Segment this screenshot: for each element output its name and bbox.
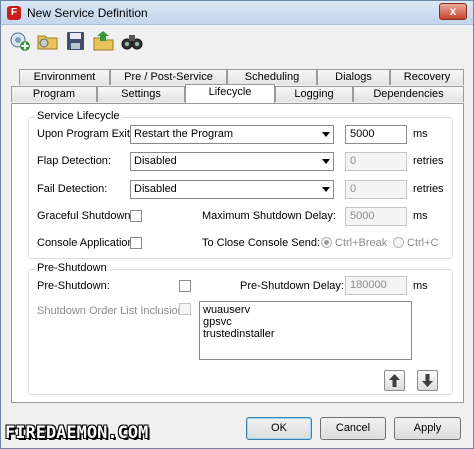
ctrl-break-label: Ctrl+Break <box>335 237 388 249</box>
save-icon[interactable] <box>63 29 89 53</box>
dialog-window: F New Service Definition x Environment P… <box>0 0 474 449</box>
apply-button[interactable]: Apply <box>394 417 461 440</box>
pre-shutdown-checkbox[interactable] <box>179 280 191 292</box>
flap-retries-input: 0 <box>345 152 407 171</box>
ctrl-break-radio <box>321 237 332 248</box>
upon-exit-value: Restart the Program <box>134 128 234 140</box>
add-service-icon[interactable] <box>7 29 33 53</box>
ctrl-c-radio <box>393 237 404 248</box>
graceful-shutdown-checkbox[interactable] <box>130 210 142 222</box>
ok-button[interactable]: OK <box>246 417 312 440</box>
lifecycle-panel: Service Lifecycle Upon Program Exit: Res… <box>11 103 464 403</box>
tab-recovery[interactable]: Recovery <box>390 69 464 85</box>
upon-exit-select[interactable]: Restart the Program <box>130 125 334 144</box>
flap-retries-unit: retries <box>413 155 444 167</box>
close-button[interactable]: x <box>439 3 467 20</box>
tab-environment[interactable]: Environment <box>19 69 110 85</box>
flap-detection-select[interactable]: Disabled <box>130 152 334 171</box>
max-shutdown-delay-input: 5000 <box>345 207 407 226</box>
import-icon[interactable] <box>91 29 117 53</box>
tab-lifecycle[interactable]: Lifecycle <box>185 84 275 103</box>
max-shutdown-delay-unit: ms <box>413 210 428 222</box>
max-shutdown-delay-label: Maximum Shutdown Delay: <box>202 210 336 222</box>
move-down-button[interactable] <box>417 370 438 391</box>
pre-shutdown-delay-label: Pre-Shutdown Delay: <box>240 280 344 292</box>
firedaemon-logo: FIREDAEMON.COM <box>5 423 149 443</box>
chevron-down-icon <box>322 132 330 137</box>
shutdown-order-list[interactable]: wuauserv gpsvc trustedinstaller <box>199 301 412 360</box>
shutdown-order-checkbox <box>179 303 191 315</box>
tab-settings[interactable]: Settings <box>97 86 185 102</box>
tab-program[interactable]: Program <box>11 86 97 102</box>
shutdown-order-label: Shutdown Order List Inclusion: <box>37 305 187 317</box>
chevron-down-icon <box>322 159 330 164</box>
arrow-down-icon <box>422 374 433 387</box>
tab-logging[interactable]: Logging <box>275 86 353 102</box>
list-item[interactable]: gpsvc <box>203 316 408 328</box>
fail-detection-label: Fail Detection: <box>37 183 108 195</box>
flap-detection-value: Disabled <box>134 155 177 167</box>
pre-shutdown-delay-unit: ms <box>413 280 428 292</box>
console-application-checkbox[interactable] <box>130 237 142 249</box>
pre-shutdown-title: Pre-Shutdown <box>35 262 109 274</box>
upon-exit-ms-input[interactable]: 5000 <box>345 125 407 144</box>
console-application-label: Console Application: <box>37 237 137 249</box>
pre-shutdown-delay-input: 180000 <box>345 276 407 295</box>
upon-exit-unit: ms <box>413 128 428 140</box>
toolbar <box>1 26 473 57</box>
binoculars-icon[interactable] <box>119 29 145 53</box>
upon-exit-label: Upon Program Exit: <box>37 128 133 140</box>
service-lifecycle-title: Service Lifecycle <box>35 110 122 122</box>
ctrl-c-label: Ctrl+C <box>407 237 439 249</box>
fail-detection-value: Disabled <box>134 183 177 195</box>
fail-retries-unit: retries <box>413 183 444 195</box>
tab-strip: Environment Pre / Post-Service Schedulin… <box>11 69 464 103</box>
tab-dependencies[interactable]: Dependencies <box>353 86 464 102</box>
title-bar: F New Service Definition x <box>1 1 473 25</box>
list-item[interactable]: trustedinstaller <box>203 328 408 340</box>
flap-detection-label: Flap Detection: <box>37 155 111 167</box>
window-title: New Service Definition <box>27 6 148 20</box>
close-console-send-label: To Close Console Send: <box>202 237 321 249</box>
move-up-button[interactable] <box>384 370 405 391</box>
cancel-button[interactable]: Cancel <box>320 417 386 440</box>
chevron-down-icon <box>322 187 330 192</box>
arrow-up-icon <box>389 374 400 387</box>
graceful-shutdown-label: Graceful Shutdown: <box>37 210 134 222</box>
tab-scheduling[interactable]: Scheduling <box>227 69 317 85</box>
fail-detection-select[interactable]: Disabled <box>130 180 334 199</box>
tab-dialogs[interactable]: Dialogs <box>317 69 390 85</box>
open-folder-icon[interactable] <box>35 29 61 53</box>
tab-pre-post-service[interactable]: Pre / Post-Service <box>110 69 227 85</box>
pre-shutdown-label: Pre-Shutdown: <box>37 280 110 292</box>
list-item[interactable]: wuauserv <box>203 304 408 316</box>
fail-retries-input: 0 <box>345 180 407 199</box>
firedaemon-app-icon: F <box>7 6 21 20</box>
